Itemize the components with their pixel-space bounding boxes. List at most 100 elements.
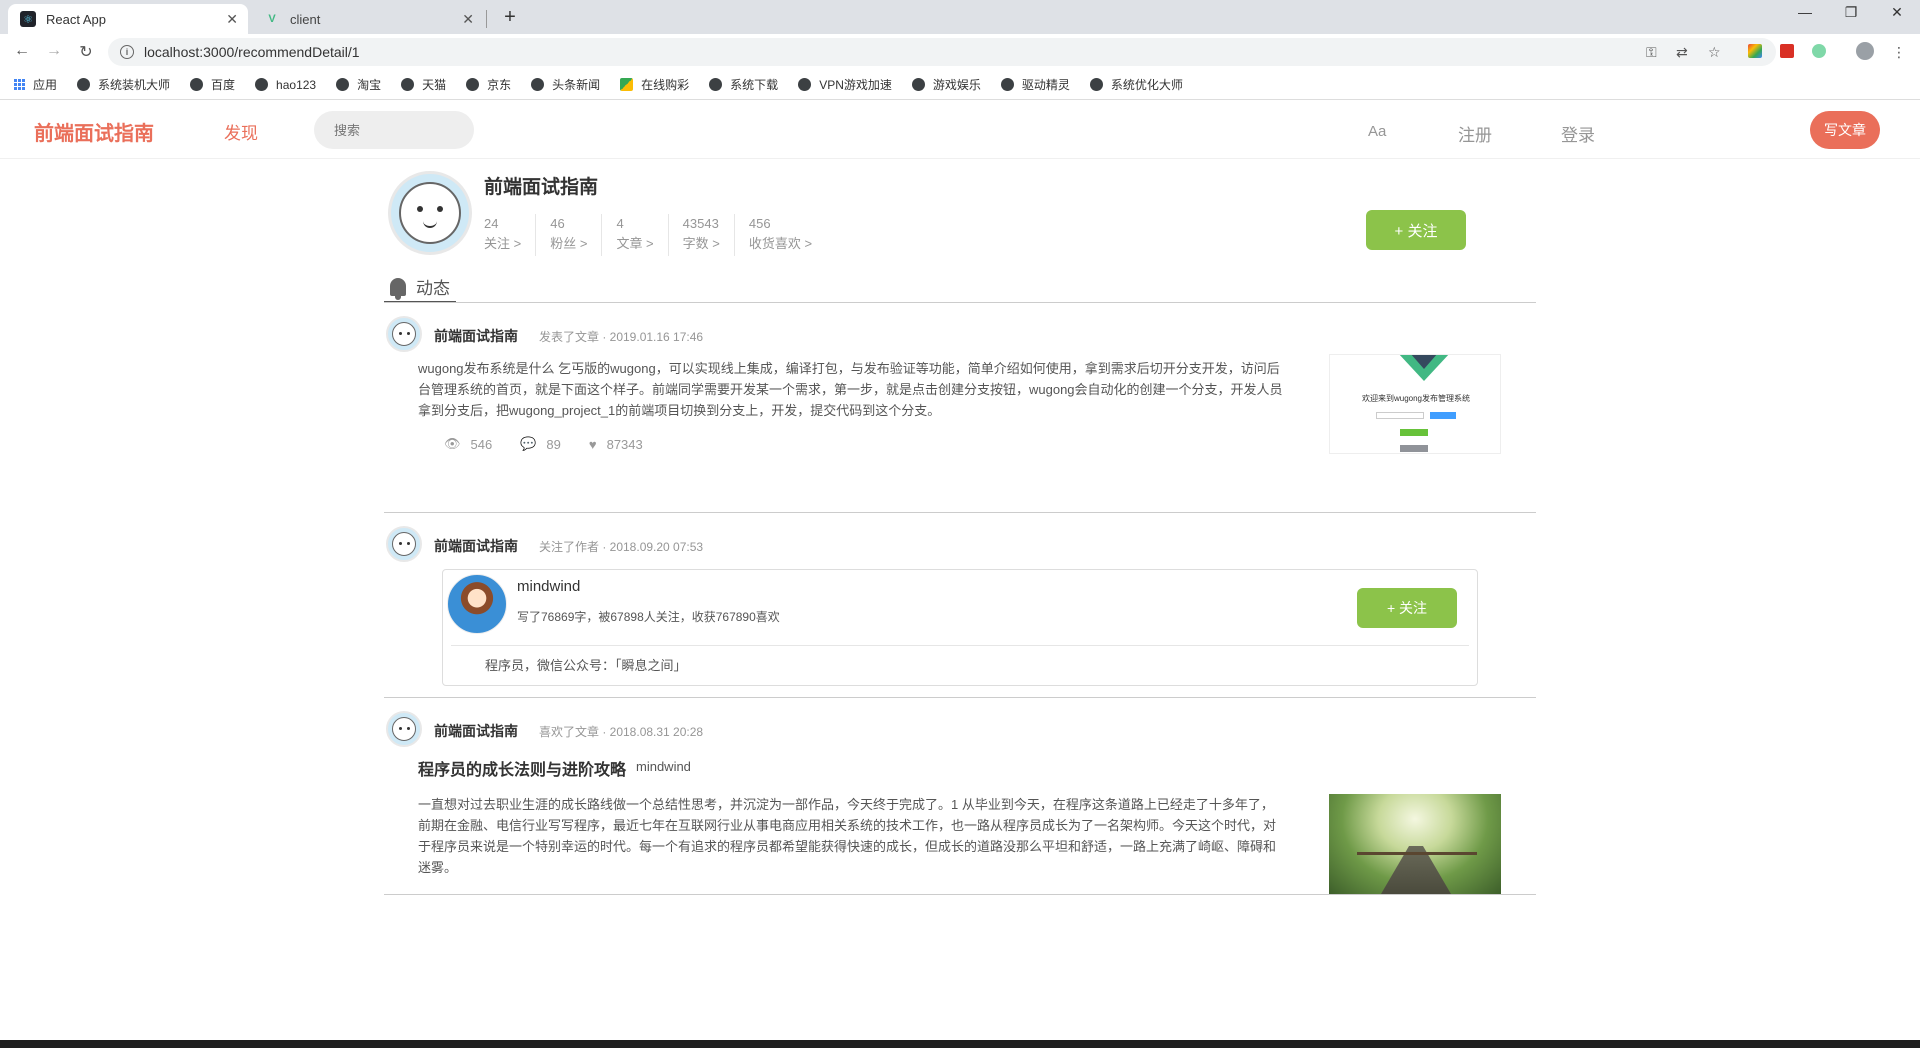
url-text: localhost:3000/recommendDetail/1 bbox=[144, 44, 360, 60]
bookmark-item[interactable]: hao123 bbox=[255, 78, 316, 92]
bookmark-item[interactable]: 京东 bbox=[466, 76, 511, 93]
stat-likes[interactable]: 456 收货喜欢 > bbox=[749, 214, 826, 256]
feed-author[interactable]: 前端面试指南 bbox=[434, 326, 518, 346]
globe-icon bbox=[531, 78, 545, 91]
os-taskbar bbox=[0, 1040, 1920, 1048]
register-link[interactable]: 注册 bbox=[1458, 121, 1492, 146]
bookmark-item[interactable]: VPN游戏加速 bbox=[798, 76, 892, 93]
feed-meta: 关注了作者 · 2018.09.20 07:53 bbox=[539, 540, 704, 554]
close-window-icon[interactable]: ✕ bbox=[1874, 4, 1920, 21]
bookmark-item[interactable]: 天猫 bbox=[401, 76, 446, 93]
globe-icon bbox=[1089, 78, 1103, 91]
globe-icon bbox=[709, 78, 723, 91]
bookmark-item[interactable]: 系统优化大师 bbox=[1089, 76, 1183, 93]
new-tab-icon[interactable]: + bbox=[498, 6, 522, 29]
comments[interactable]: 💬 89 bbox=[520, 436, 561, 452]
feed-meta: 发表了文章 · 2019.01.16 17:46 bbox=[539, 330, 704, 344]
bookmark-item[interactable]: 百度 bbox=[190, 76, 235, 93]
article-thumbnail[interactable]: 欢迎来到wugong发布管理系统 bbox=[1329, 354, 1501, 454]
avatar[interactable] bbox=[386, 316, 422, 352]
globe-icon bbox=[190, 78, 204, 91]
divider bbox=[384, 894, 1536, 895]
author-info: 写了76869字，被67898人关注，收获767890喜欢 bbox=[517, 610, 780, 624]
divider bbox=[384, 512, 1536, 513]
close-icon[interactable]: ✕ bbox=[462, 11, 474, 28]
bookmark-item[interactable]: 驱动精灵 bbox=[1000, 76, 1070, 93]
translate-icon[interactable]: ⇄ bbox=[1676, 44, 1688, 61]
bookmarks-bar: 应用 系统装机大师 百度 hao123 淘宝 天猫 京东 头条新闻 在线购彩 系… bbox=[0, 70, 1920, 100]
info-icon[interactable]: i bbox=[120, 45, 134, 59]
forward-icon[interactable]: → bbox=[42, 42, 66, 60]
globe-icon bbox=[466, 78, 480, 91]
globe-icon bbox=[77, 78, 91, 91]
stat-articles[interactable]: 4 文章 > bbox=[616, 214, 669, 256]
article-title[interactable]: 程序员的成长法则与进阶攻略 bbox=[418, 756, 626, 780]
restore-icon[interactable]: ❐ bbox=[1828, 4, 1874, 21]
globe-icon bbox=[336, 78, 350, 91]
feed-author[interactable]: 前端面试指南 bbox=[434, 721, 518, 741]
tab-title: React App bbox=[46, 11, 106, 27]
feed-author[interactable]: 前端面试指南 bbox=[434, 536, 518, 556]
lottery-icon bbox=[620, 78, 634, 91]
follow-author-button[interactable]: + 关注 bbox=[1357, 588, 1457, 628]
extension-icon[interactable] bbox=[1812, 44, 1826, 58]
bookmark-item[interactable]: 在线购彩 bbox=[620, 76, 689, 93]
followed-author-card: mindwind 写了76869字，被67898人关注，收获767890喜欢 +… bbox=[442, 569, 1478, 686]
nav-discover[interactable]: 发现 bbox=[224, 119, 258, 144]
extension-icon[interactable] bbox=[1780, 44, 1794, 58]
login-link[interactable]: 登录 bbox=[1561, 121, 1595, 146]
browser-tab-bar: ⚛ React App ✕ V client ✕ + — ❐ ✕ bbox=[0, 0, 1920, 34]
font-size-icon[interactable]: Aa bbox=[1368, 123, 1386, 140]
avatar[interactable] bbox=[386, 526, 422, 562]
write-article-button[interactable]: 写文章 bbox=[1810, 111, 1880, 149]
minimize-icon[interactable]: — bbox=[1782, 4, 1828, 20]
address-bar[interactable]: i localhost:3000/recommendDetail/1 bbox=[108, 38, 1776, 66]
back-icon[interactable]: ← bbox=[10, 42, 34, 60]
bell-icon bbox=[390, 277, 406, 300]
stat-followers[interactable]: 46 粉丝 > bbox=[550, 214, 603, 256]
tab-client[interactable]: V client ✕ bbox=[252, 4, 484, 34]
bookmark-apps[interactable]: 应用 bbox=[14, 76, 57, 93]
article-abstract[interactable]: wugong发布系统是什么 乞丐版的wugong，可以实现线上集成，编译打包，与… bbox=[418, 358, 1286, 421]
profile-icon[interactable] bbox=[1856, 42, 1874, 60]
divider bbox=[451, 645, 1469, 646]
views: 👁 546 bbox=[444, 436, 493, 452]
bookmark-item[interactable]: 头条新闻 bbox=[531, 76, 600, 93]
browser-toolbar: ← → ↻ i localhost:3000/recommendDetail/1… bbox=[0, 34, 1920, 70]
site-logo[interactable]: 前端面试指南 bbox=[34, 117, 154, 146]
react-icon: ⚛ bbox=[20, 11, 36, 27]
feed-meta: 喜欢了文章 · 2018.08.31 20:28 bbox=[539, 725, 704, 739]
star-icon[interactable]: ☆ bbox=[1708, 44, 1721, 61]
bookmark-item[interactable]: 淘宝 bbox=[336, 76, 381, 93]
globe-icon bbox=[1000, 78, 1014, 91]
reload-icon[interactable]: ↻ bbox=[74, 42, 98, 62]
article-abstract[interactable]: 一直想对过去职业生涯的成长路线做一个总结性思考，并沉淀为一部作品，今天终于完成了… bbox=[418, 794, 1278, 878]
search-input[interactable] bbox=[314, 111, 474, 149]
likes[interactable]: ♥ 87343 bbox=[589, 437, 643, 452]
tab-react-app[interactable]: ⚛ React App ✕ bbox=[8, 4, 248, 34]
bookmark-item[interactable]: 系统下载 bbox=[709, 76, 778, 93]
follow-button[interactable]: + 关注 bbox=[1366, 210, 1466, 250]
tab-activity[interactable]: 动态 bbox=[384, 274, 456, 303]
avatar[interactable] bbox=[386, 711, 422, 747]
comment-icon: 💬 bbox=[520, 436, 537, 451]
author-avatar[interactable] bbox=[447, 574, 507, 634]
stat-following[interactable]: 24 关注 > bbox=[484, 214, 537, 256]
stat-words[interactable]: 43543 字数 > bbox=[683, 214, 735, 256]
globe-icon bbox=[255, 78, 269, 91]
key-icon[interactable]: ⚿ bbox=[1646, 44, 1657, 61]
article-author[interactable]: mindwind bbox=[636, 759, 691, 774]
article-meta: 👁 546 💬 89 ♥ 87343 bbox=[444, 436, 671, 452]
profile-avatar[interactable] bbox=[388, 171, 472, 255]
bookmark-item[interactable]: 系统装机大师 bbox=[77, 76, 170, 93]
author-name[interactable]: mindwind bbox=[517, 578, 580, 595]
close-icon[interactable]: ✕ bbox=[226, 11, 238, 28]
globe-icon bbox=[798, 78, 812, 91]
extension-icon[interactable] bbox=[1748, 44, 1762, 58]
profile-stats: 24 关注 > 46 粉丝 > 4 文章 > 43543 字数 > 456 收货喜欢 > bbox=[484, 214, 840, 256]
globe-icon bbox=[911, 78, 925, 91]
bookmark-item[interactable]: 游戏娱乐 bbox=[911, 76, 981, 93]
author-description: 程序员，微信公众号：「瞬息之间」 bbox=[485, 658, 687, 673]
menu-icon[interactable]: ⋮ bbox=[1892, 44, 1906, 61]
article-thumbnail[interactable] bbox=[1329, 794, 1501, 894]
